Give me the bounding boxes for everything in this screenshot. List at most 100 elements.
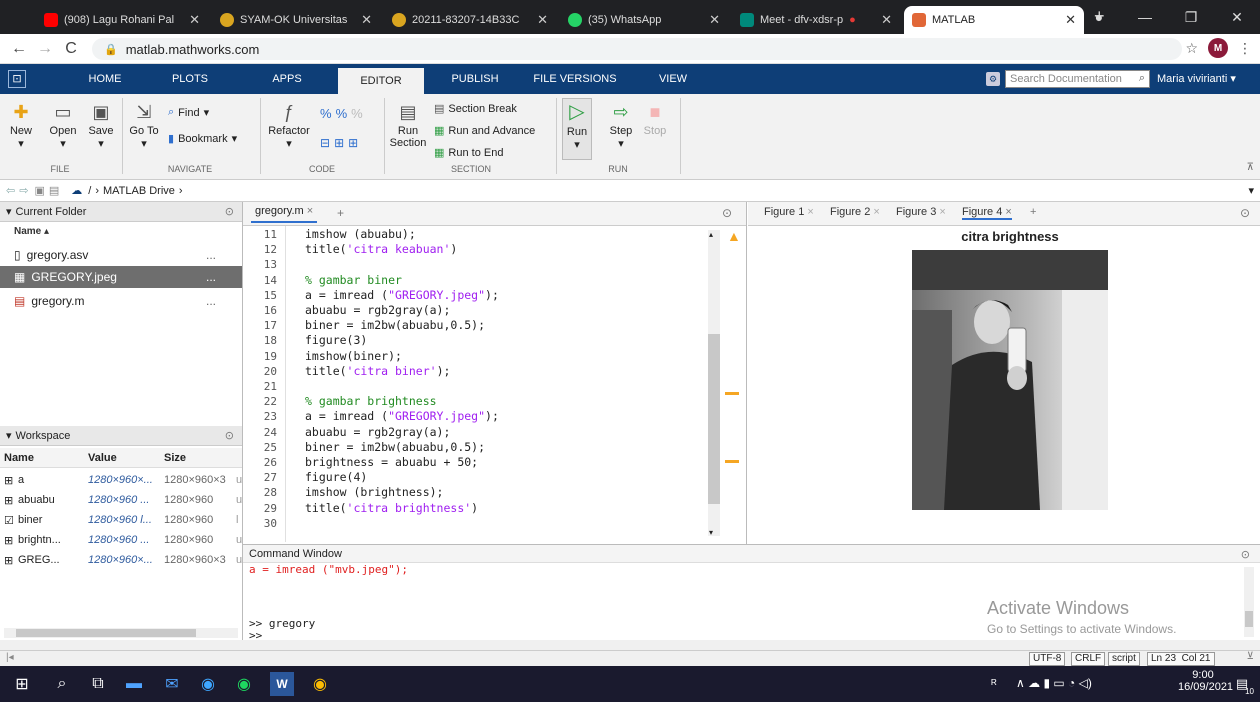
minimize-button[interactable]: — — [1122, 9, 1168, 25]
code-line[interactable]: biner = im2bw(abuabu,0.5); — [305, 440, 485, 454]
close-icon[interactable]: ✕ — [537, 12, 548, 28]
column-name[interactable]: Name — [4, 452, 34, 464]
file-type-indicator[interactable]: script — [1108, 652, 1140, 666]
chevron-down-icon[interactable]: ▾ — [1248, 184, 1254, 197]
add-figure-icon[interactable]: + — [1030, 206, 1036, 218]
tab-figure-4[interactable]: Figure 4 × — [962, 206, 1012, 220]
tab-file-versions[interactable]: FILE VERSIONS — [530, 64, 620, 94]
code-line[interactable]: % gambar biner — [305, 273, 402, 287]
status-menu-icon[interactable]: ⊻ — [1247, 651, 1254, 662]
browser-tab-5[interactable]: Meet - dfv-xdsr-p ● ✕ — [732, 6, 900, 34]
command-scrollbar[interactable] — [1244, 567, 1254, 637]
tab-figure-1[interactable]: Figure 1 × — [764, 206, 814, 218]
add-tab-icon[interactable]: + — [337, 206, 344, 220]
collapse-toolstrip-icon[interactable]: ⊼ — [1247, 162, 1254, 173]
collapse-icon[interactable]: ▾ — [6, 429, 12, 442]
code-line[interactable]: imshow (brightness); — [305, 485, 443, 499]
list-item[interactable]: ▤ gregory.m... — [0, 290, 242, 312]
scroll-down-icon[interactable]: ▾ — [709, 528, 713, 537]
warning-icon[interactable]: ▲ — [727, 228, 741, 244]
maximize-button[interactable]: ❐ — [1168, 9, 1214, 26]
table-row[interactable]: ⊞ GREG... 1280×960×... 1280×960×3 u — [0, 550, 242, 570]
code-line[interactable]: figure(3) — [305, 333, 367, 347]
code-line[interactable]: brightness = abuabu + 50; — [305, 455, 478, 469]
back-button[interactable]: ← — [6, 40, 32, 58]
list-item[interactable]: ▯ gregory.asv... — [0, 244, 242, 266]
tab-home[interactable]: HOME — [80, 64, 130, 94]
tab-apps[interactable]: APPS — [262, 64, 312, 94]
close-icon[interactable]: ✕ — [1065, 12, 1076, 28]
menu-icon[interactable]: ⋮ — [1238, 40, 1252, 57]
forward-icon[interactable]: ⇨ — [19, 184, 28, 197]
collapse-icon[interactable]: ▾ — [6, 205, 12, 218]
code-line[interactable]: % gambar brightness — [305, 394, 437, 408]
panel-options-icon[interactable]: ⊙ — [225, 429, 234, 442]
panel-options-icon[interactable]: ⊙ — [1241, 548, 1250, 561]
windows-start-icon[interactable]: ⊞ — [10, 672, 34, 696]
table-row[interactable]: ⊞ abuabu 1280×960 ... 1280×960 u — [0, 490, 242, 510]
horizontal-scrollbar[interactable] — [4, 628, 238, 638]
run-section-button[interactable]: ▤ Run Section — [386, 102, 430, 149]
save-button[interactable]: ▣ Save ▾ — [84, 102, 118, 150]
table-row[interactable]: ⊞ a 1280×960×... 1280×960×3 u — [0, 470, 242, 490]
column-value[interactable]: Value — [88, 452, 117, 464]
code-line[interactable]: figure(4) — [305, 470, 367, 484]
spotify-icon[interactable]: ◉ — [232, 672, 256, 696]
browser-tab-1[interactable]: (908) Lagu Rohani Pal ✕ — [36, 6, 208, 34]
file-explorer-icon[interactable]: ▬ — [122, 672, 146, 696]
tab-view[interactable]: VIEW — [650, 64, 696, 94]
panel-options-icon[interactable]: ⊙ — [225, 205, 234, 218]
star-icon[interactable]: ☆ — [1185, 40, 1198, 57]
go-to-button[interactable]: ⇲ Go To ▾ — [126, 102, 162, 150]
reload-button[interactable]: C — [58, 40, 84, 58]
close-icon[interactable]: × — [307, 205, 313, 217]
code-line[interactable]: biner = im2bw(abuabu,0.5); — [305, 318, 485, 332]
close-window-button[interactable]: ✕ — [1214, 9, 1260, 26]
stop-button[interactable]: ■ Stop — [640, 102, 670, 137]
find-button[interactable]: ⌕ Find ▾ — [168, 106, 209, 119]
step-button[interactable]: ⇨ Step ▾ — [606, 102, 636, 150]
close-icon[interactable]: ✕ — [881, 12, 892, 28]
code-line[interactable]: title('citra keabuan') — [305, 242, 457, 256]
tab-editor[interactable]: EDITOR — [338, 68, 424, 94]
tab-publish[interactable]: PUBLISH — [446, 64, 504, 94]
code-line[interactable]: abuabu = rgb2gray(a); — [305, 425, 450, 439]
browser-tab-3[interactable]: 20211-83207-14B33C ✕ — [384, 6, 556, 34]
close-icon[interactable]: ✕ — [361, 12, 372, 28]
warning-marker[interactable] — [725, 460, 739, 463]
browse-folder-icon[interactable]: ▤ — [49, 184, 59, 197]
tab-figure-2[interactable]: Figure 2 × — [830, 206, 880, 218]
scroll-up-icon[interactable]: ▴ — [709, 230, 713, 239]
up-folder-icon[interactable]: ▣ — [34, 184, 44, 197]
refactor-button[interactable]: ƒ Refactor ▾ — [266, 102, 312, 150]
mail-icon[interactable]: ✉ — [160, 672, 184, 696]
table-row[interactable]: ⊞ brightn... 1280×960 ... 1280×960 u — [0, 530, 242, 550]
browser-tab-matlab[interactable]: MATLAB ✕ — [904, 6, 1084, 34]
search-documentation-input[interactable]: Search Documentation ⌕ — [1005, 70, 1150, 88]
chrome-icon[interactable]: ◉ — [308, 672, 332, 696]
comment-buttons[interactable]: %%% — [320, 106, 363, 121]
warning-marker[interactable] — [725, 392, 739, 395]
path-matlab-drive[interactable]: MATLAB Drive — [103, 185, 175, 197]
open-button[interactable]: ▭ Open ▾ — [46, 102, 80, 150]
forward-button[interactable]: → — [32, 40, 58, 58]
user-menu[interactable]: Maria vivirianti ▾ — [1157, 64, 1236, 94]
tab-gregory-m[interactable]: gregory.m × — [251, 205, 318, 223]
name-column-header[interactable]: Name ▴ — [14, 226, 49, 237]
run-button[interactable]: ▷ Run ▾ — [562, 98, 592, 160]
url-input[interactable]: 🔒 matlab.mathworks.com — [92, 38, 1182, 60]
path-root[interactable]: / — [88, 185, 91, 197]
avatar[interactable]: M — [1208, 38, 1228, 58]
tab-plots[interactable]: PLOTS — [165, 64, 215, 94]
section-break-button[interactable]: ▤ Section Break — [434, 102, 517, 116]
panel-options-icon[interactable]: ⊙ — [722, 206, 732, 220]
list-item[interactable]: ▦ GREGORY.jpeg... — [0, 266, 242, 288]
browser-tab-4[interactable]: (35) WhatsApp ✕ — [560, 6, 728, 34]
code-line[interactable]: a = imread ("GREGORY.jpeg"); — [305, 409, 499, 423]
people-icon[interactable]: ᴿ — [982, 672, 1006, 696]
code-line[interactable]: imshow (abuabu); — [305, 227, 416, 241]
bookmark-button[interactable]: ▮ Bookmark ▾ — [168, 132, 237, 146]
indent-buttons[interactable]: ⊟ ⊞ ⊞ — [320, 136, 358, 150]
run-and-advance-button[interactable]: ▦ Run and Advance — [434, 124, 535, 138]
code-line[interactable]: imshow(biner); — [305, 349, 402, 363]
